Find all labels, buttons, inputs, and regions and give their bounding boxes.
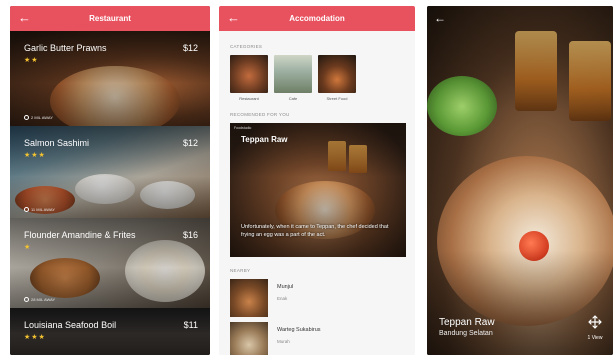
featured-description: Unfortunately, when it came to Teppan, t… (241, 224, 389, 238)
category-label: Cafe (288, 96, 298, 101)
distance-meta: 28 MIL AWAY (24, 297, 55, 302)
category-label: Restaurant (239, 96, 259, 101)
restaurant-card[interactable]: Louisiana Seafood Boil $11 ★★★ (10, 308, 210, 355)
restaurant-title: Restaurant (89, 14, 131, 23)
accomodation-title: Accomodation (289, 14, 345, 23)
category-restaurant[interactable]: Restaurant (230, 55, 268, 101)
detail-location: Bandung Selatan (439, 330, 493, 337)
restaurant-card[interactable]: Salmon Sashimi $12 ★★★ 11 MIL AWAY (10, 126, 210, 218)
nearby-subtitle: Murah (277, 339, 290, 344)
view-counter[interactable]: 1 View (584, 315, 606, 341)
nearby-thumbnail (230, 279, 268, 317)
category-street-food[interactable]: Street Food (318, 55, 356, 101)
item-name: Salmon Sashimi (24, 138, 90, 148)
location-pin-icon (24, 297, 29, 302)
nearby-name: Warteg Sukabirus (277, 327, 321, 333)
view-count-label: 1 View (587, 335, 603, 341)
rating-stars: ★★★ (24, 152, 46, 159)
nearby-item[interactable]: Warteg Sukabirus Murah (230, 322, 406, 355)
restaurant-app-bar: ← Restaurant (10, 6, 210, 31)
restaurant-screen: ← Restaurant Garlic Butter Prawns $12 ★★… (10, 6, 210, 355)
distance-text: 28 MIL AWAY (31, 297, 56, 302)
nearby-heading: NEARBY (230, 268, 251, 273)
detail-title: Teppan Raw (439, 317, 495, 328)
featured-title: Teppan Raw (241, 135, 288, 144)
distance-meta: 11 MIL AWAY (24, 207, 55, 212)
category-thumbnail (318, 55, 356, 93)
item-name: Garlic Butter Prawns (24, 43, 107, 53)
nearby-item[interactable]: Munjul Enak (230, 279, 406, 319)
nearby-thumbnail (230, 322, 268, 355)
back-arrow-icon[interactable]: ← (18, 10, 31, 26)
back-arrow-icon[interactable]: ← (227, 10, 240, 26)
category-cafe[interactable]: Cafe (274, 55, 312, 101)
distance-meta: 2 MIL AWAY (24, 115, 53, 120)
restaurant-card[interactable]: Flounder Amandine & Frites $16 ★ 28 MIL … (10, 218, 210, 308)
item-name: Flounder Amandine & Frites (24, 230, 136, 240)
accomodation-app-bar: ← Accomodation (219, 6, 415, 31)
location-pin-icon (24, 115, 29, 120)
featured-badge: Foodstudio (234, 126, 252, 130)
category-thumbnail (274, 55, 312, 93)
rating-stars: ★★★ (24, 334, 46, 341)
rating-stars: ★ (24, 244, 32, 251)
restaurant-card[interactable]: Garlic Butter Prawns $12 ★★ 2 MIL AWAY (10, 31, 210, 126)
categories-heading: CATEGORIES (230, 44, 263, 49)
item-price: $16 (182, 230, 198, 240)
nearby-subtitle: Enak (277, 296, 288, 301)
category-thumbnail (230, 55, 268, 93)
item-price: $11 (183, 320, 198, 330)
item-price: $12 (182, 138, 198, 148)
item-price: $12 (182, 43, 198, 53)
location-pin-icon (24, 207, 29, 212)
category-label: Street Food (326, 96, 348, 101)
recommended-heading: RECOMENDED FOR YOU (230, 112, 290, 117)
move-arrows-icon (588, 315, 602, 329)
featured-card[interactable]: Foodstudio Teppan Raw Unfortunately, whe… (230, 123, 406, 257)
distance-text: 2 MIL AWAY (31, 115, 53, 120)
item-name: Louisiana Seafood Boil (24, 320, 117, 330)
nearby-name: Munjul (277, 284, 294, 290)
rating-stars: ★★ (24, 57, 39, 64)
accomodation-screen: ← Accomodation CATEGORIES Restaurant Caf… (219, 6, 415, 355)
back-arrow-icon[interactable]: ← (434, 11, 446, 25)
detail-screen: ← Teppan Raw Bandung Selatan 1 View (427, 6, 613, 355)
distance-text: 11 MIL AWAY (31, 207, 55, 212)
